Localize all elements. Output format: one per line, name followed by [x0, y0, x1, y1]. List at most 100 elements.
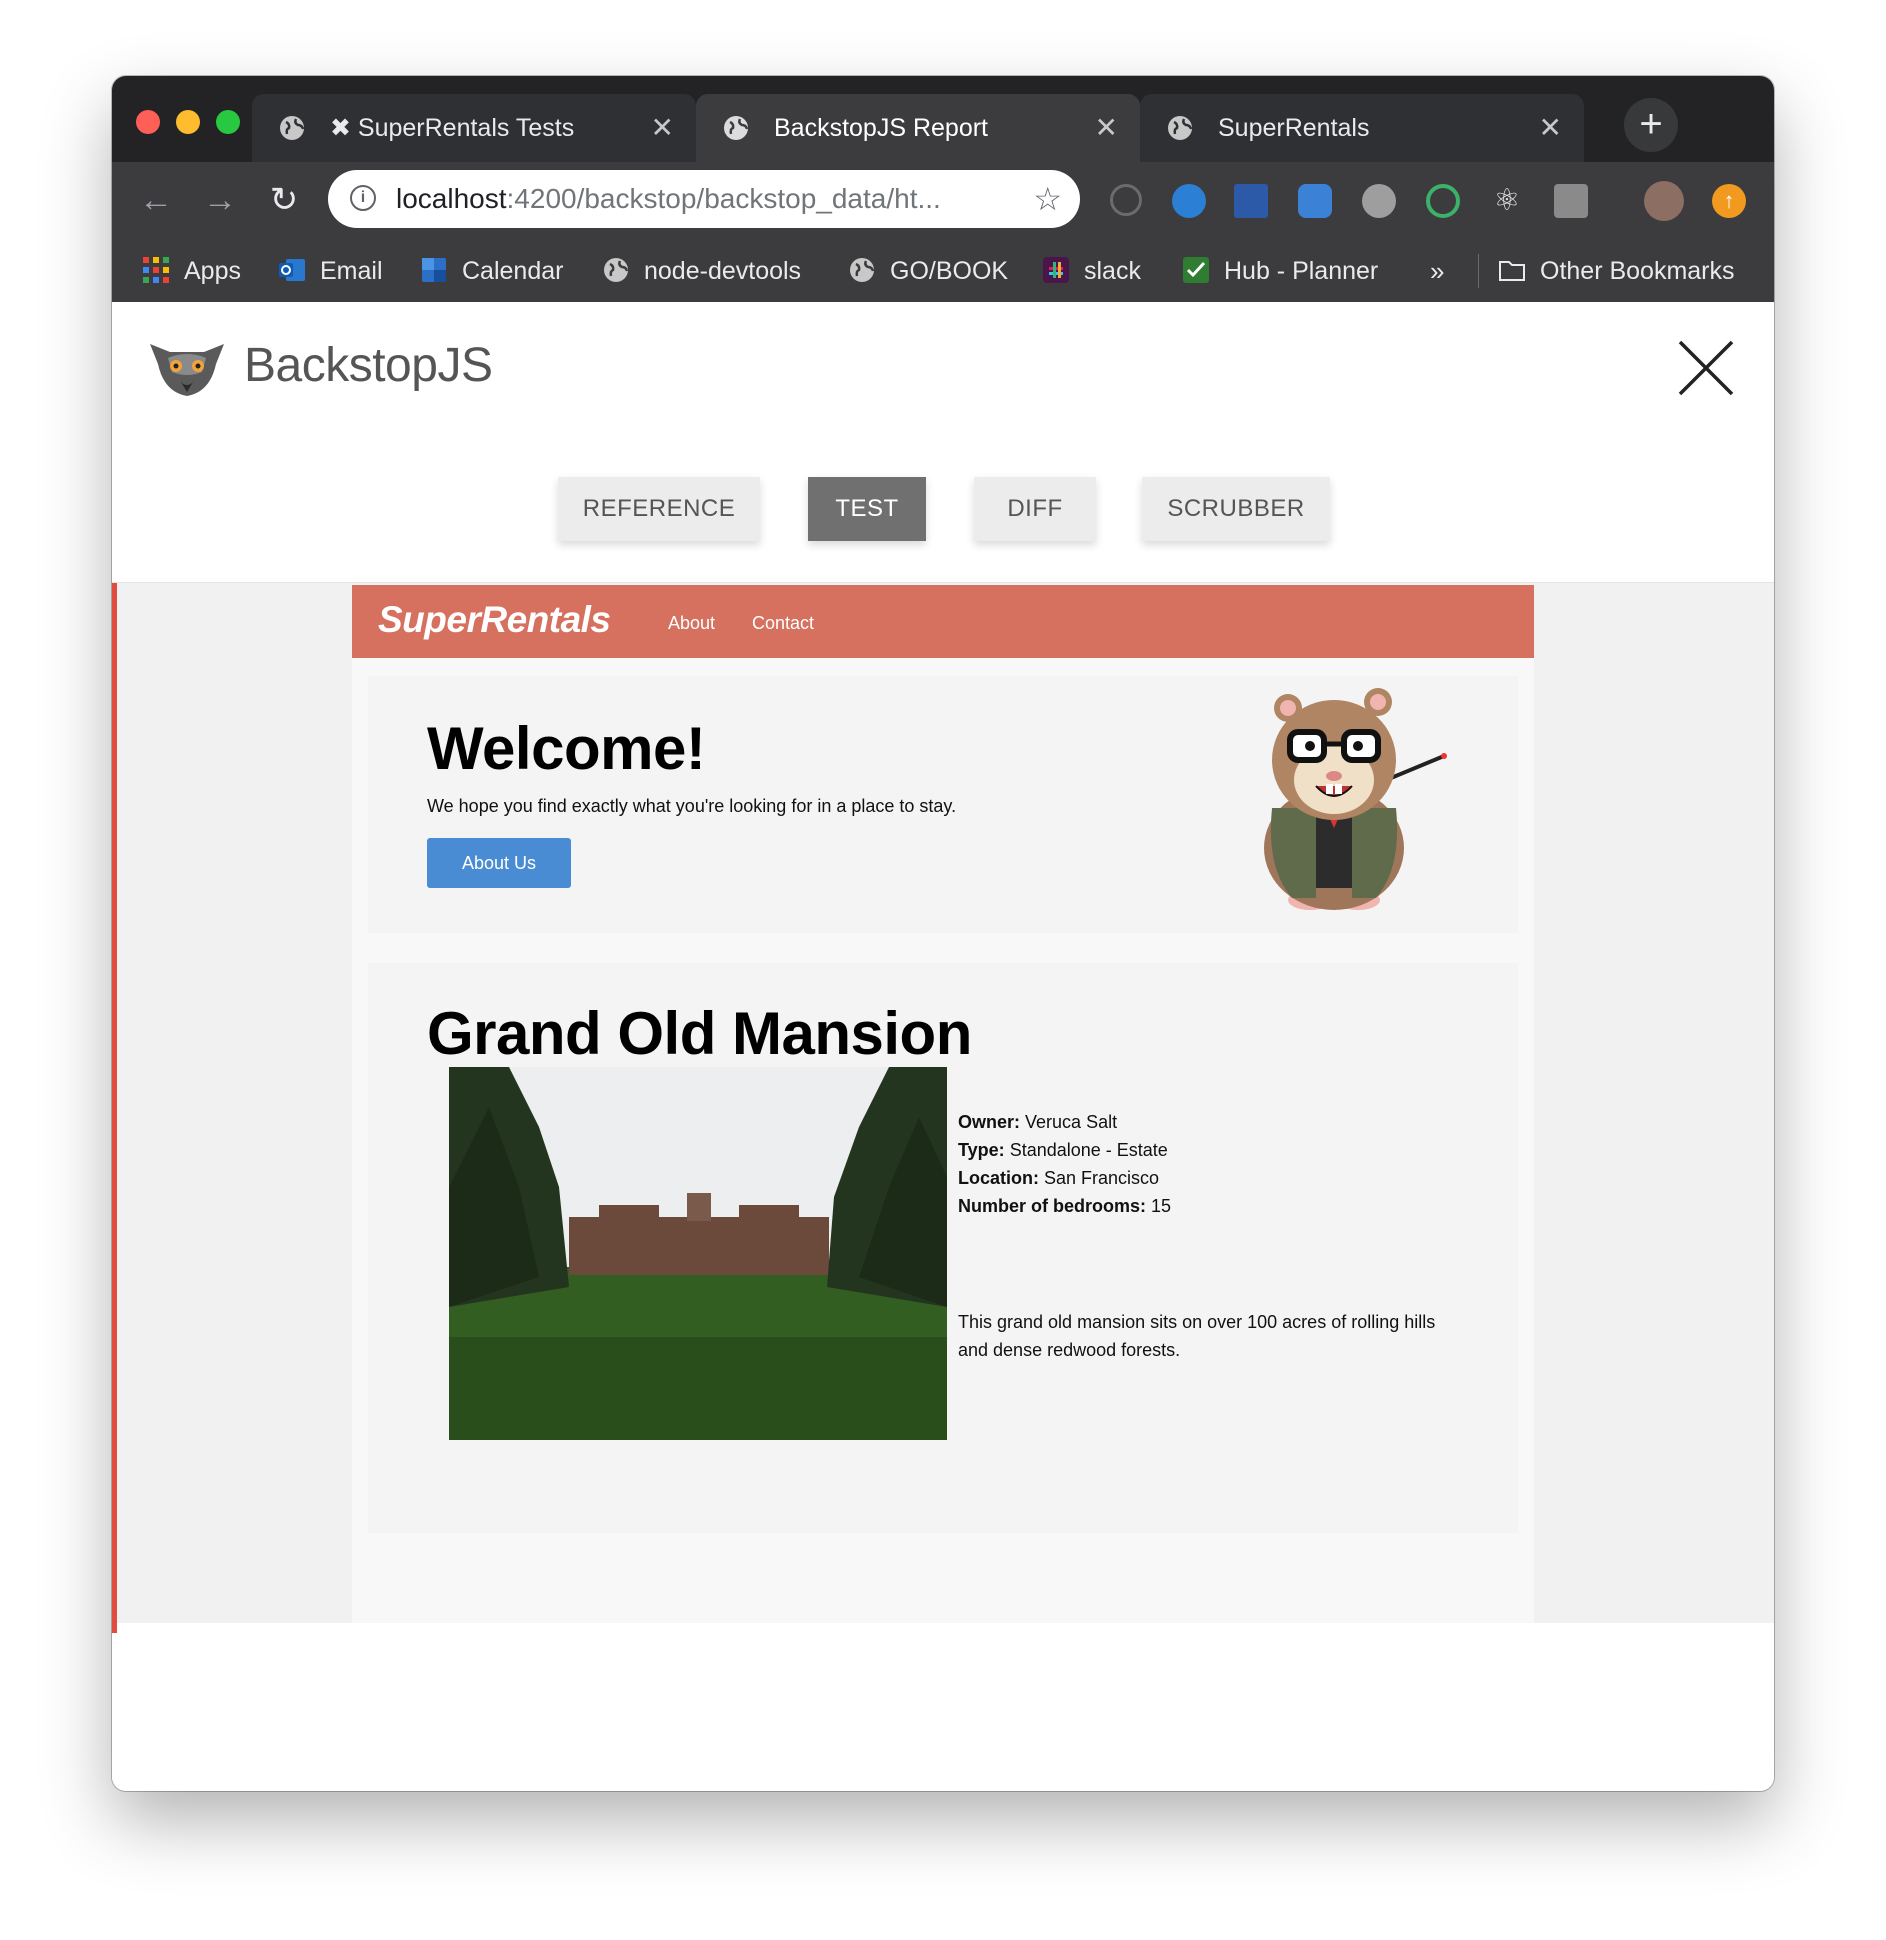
new-tab-button[interactable]: + [1624, 98, 1678, 152]
detail-owner: Owner: Veruca Salt [958, 1108, 1171, 1136]
detail-location: Location: San Francisco [958, 1164, 1171, 1192]
tab-close-icon[interactable]: ✕ [1095, 94, 1118, 162]
rental-listing: Grand Old Mansion Owner: Veruca Salt Typ… [368, 963, 1518, 1533]
extension-icon[interactable] [1110, 184, 1142, 216]
detail-value: 15 [1151, 1196, 1172, 1216]
test-button[interactable]: TEST [808, 477, 926, 541]
site-brand-link[interactable]: SuperRentals [378, 599, 611, 641]
bookmark-label: slack [1084, 257, 1141, 285]
bookmark-go-book[interactable]: GO/BOOK [848, 240, 1008, 302]
bookmark-label: Other Bookmarks [1540, 257, 1735, 285]
reference-button[interactable]: REFERENCE [558, 477, 760, 541]
minimize-window-button[interactable] [176, 110, 200, 134]
address-bar[interactable]: i localhost:4200/backstop/backstop_data/… [328, 170, 1080, 228]
bookmark-calendar[interactable]: Calendar [420, 240, 563, 302]
tab-title: ✖ SuperRentals Tests [330, 114, 575, 142]
app-title: BackstopJS [244, 339, 493, 392]
welcome-heading: Welcome! [427, 715, 706, 782]
detail-value: San Francisco [1044, 1168, 1160, 1188]
tab-close-icon[interactable]: ✕ [1539, 94, 1562, 162]
close-icon[interactable] [1674, 336, 1738, 400]
forward-arrow-icon[interactable]: → [196, 176, 244, 224]
apps-grid-icon [143, 257, 169, 284]
hub-planner-icon [1183, 257, 1209, 284]
close-window-button[interactable] [136, 110, 160, 134]
react-icon[interactable]: ⚛ [1490, 184, 1524, 218]
bookmark-email[interactable]: Email [278, 240, 383, 302]
bookmark-label: GO/BOOK [890, 257, 1009, 285]
lemur-logo-icon [150, 344, 224, 396]
diff-button[interactable]: DIFF [974, 477, 1096, 541]
browser-window: ✖ SuperRentals Tests ✕ BackstopJS Report… [112, 76, 1774, 1791]
folder-icon [1499, 261, 1525, 282]
tab-close-icon[interactable]: ✕ [651, 94, 674, 162]
tab-backstopjs-report[interactable]: BackstopJS Report ✕ [696, 94, 1140, 162]
welcome-text: We hope you find exactly what you're loo… [427, 796, 957, 816]
extension-icon[interactable] [1234, 184, 1268, 218]
tomster-mascot-icon [1264, 688, 1447, 910]
bookmark-slack[interactable]: slack [1042, 240, 1141, 302]
bookmark-node-devtools[interactable]: node-devtools [602, 240, 801, 302]
globe-icon [1168, 116, 1193, 140]
bookmark-label: Email [320, 257, 383, 285]
page-viewport: BackstopJS REFERENCE TEST DIFF SCRUBBER … [112, 302, 1774, 1791]
bookmark-apps[interactable]: Apps [142, 240, 241, 302]
url-host: localhost [396, 183, 507, 214]
calendar-icon [422, 258, 446, 283]
bookmark-label: Hub - Planner [1224, 257, 1379, 285]
bookmark-hub-planner[interactable]: Hub - Planner [1182, 240, 1378, 302]
tab-superrentals[interactable]: SuperRentals ✕ [1140, 94, 1584, 162]
extension-icon[interactable] [1426, 184, 1460, 218]
globe-icon [280, 116, 305, 140]
tab-strip: ✖ SuperRentals Tests ✕ BackstopJS Report… [112, 76, 1774, 162]
tab-superrentals-tests[interactable]: ✖ SuperRentals Tests ✕ [252, 94, 696, 162]
rental-description: This grand old mansion sits on over 100 … [958, 1312, 1436, 1360]
browser-toolbar: ← → ↻ i localhost:4200/backstop/backstop… [112, 162, 1774, 240]
reload-icon[interactable]: ↻ [260, 176, 308, 224]
detail-type: Type: Standalone - Estate [958, 1136, 1171, 1164]
site-info-icon[interactable]: i [350, 185, 376, 211]
bookmarks-overflow-button[interactable]: » [1430, 240, 1444, 302]
bookmark-label: Calendar [462, 257, 564, 285]
about-us-button[interactable]: About Us [427, 838, 571, 888]
bookmark-label: Apps [184, 257, 241, 285]
extension-icon[interactable] [1554, 184, 1588, 218]
detail-bedrooms: Number of bedrooms: 15 [958, 1192, 1171, 1220]
rental-details: Owner: Veruca Salt Type: Standalone - Es… [958, 1108, 1171, 1220]
globe-icon [724, 116, 749, 140]
nav-link-contact[interactable]: Contact [752, 613, 814, 634]
tab-title: BackstopJS Report [774, 114, 988, 142]
nav-link-about[interactable]: About [668, 613, 715, 634]
detail-label: Number of bedrooms: [958, 1196, 1147, 1216]
detail-value: Veruca Salt [1025, 1112, 1118, 1132]
bookmark-star-icon[interactable]: ☆ [1033, 170, 1062, 228]
compass-icon[interactable] [1298, 184, 1332, 218]
url-path: :4200/backstop/backstop_data/ht... [506, 183, 941, 214]
globe-icon [604, 258, 629, 283]
tab-title: SuperRentals [1218, 114, 1370, 142]
test-screenshot[interactable]: SuperRentals About Contact Welcome! We h… [352, 585, 1534, 1623]
detail-label: Type: [958, 1140, 1005, 1160]
failure-indicator-bar [112, 583, 117, 1633]
globe-icon [850, 258, 875, 283]
divider [1478, 254, 1479, 288]
backstop-header: BackstopJS REFERENCE TEST DIFF SCRUBBER [112, 302, 1774, 583]
screenshot-compare-area: SuperRentals About Contact Welcome! We h… [112, 583, 1774, 1633]
update-icon[interactable]: ↑ [1712, 184, 1746, 218]
extension-icon[interactable] [1172, 184, 1206, 218]
welcome-jumbotron: Welcome! We hope you find exactly what y… [368, 676, 1518, 933]
outlook-icon [279, 259, 305, 282]
mansion-photo[interactable] [449, 1067, 947, 1440]
avatar[interactable] [1644, 181, 1684, 221]
detail-label: Location: [958, 1168, 1039, 1188]
site-navbar: SuperRentals About Contact [352, 585, 1534, 658]
extension-icon[interactable] [1362, 184, 1396, 218]
slack-icon [1043, 257, 1069, 284]
rental-title: Grand Old Mansion [427, 1000, 972, 1067]
detail-label: Owner: [958, 1112, 1021, 1132]
bookmark-label: node-devtools [644, 257, 802, 285]
scrubber-button[interactable]: SCRUBBER [1142, 477, 1330, 541]
maximize-window-button[interactable] [216, 110, 240, 134]
bookmark-other-bookmarks[interactable]: Other Bookmarks [1498, 240, 1735, 302]
back-arrow-icon[interactable]: ← [132, 176, 180, 224]
